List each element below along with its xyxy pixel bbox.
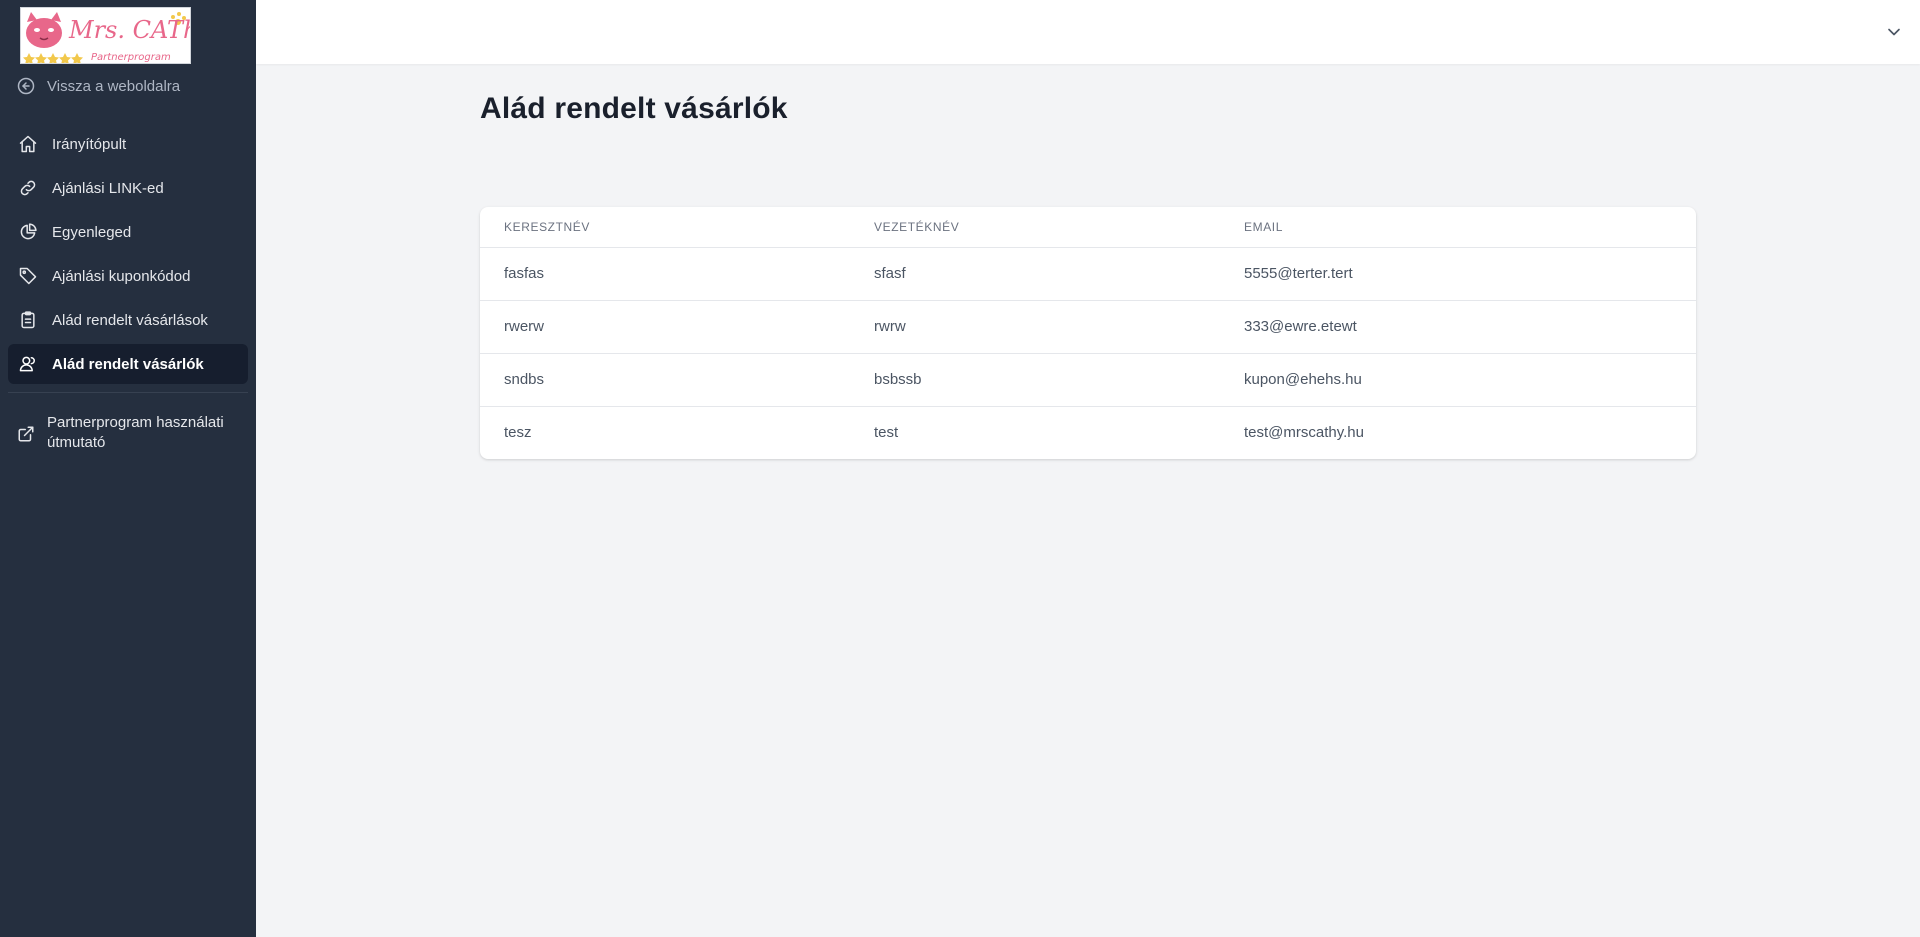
arrow-left-circle-icon bbox=[17, 77, 35, 95]
sidebar-item-label: Ajánlási LINK-ed bbox=[52, 179, 164, 197]
sidebar-item-customers[interactable]: Alád rendelt vásárlók bbox=[8, 344, 248, 384]
logo[interactable]: Mrs. CAThy Partnerprogram bbox=[20, 7, 191, 64]
top-bar bbox=[256, 0, 1920, 64]
tag-icon bbox=[19, 267, 37, 285]
sidebar-item-dashboard[interactable]: Irányítópult bbox=[8, 124, 248, 164]
partner-guide-link[interactable]: Partnerprogram használati útmutató bbox=[17, 413, 242, 453]
chevron-down-icon[interactable] bbox=[1884, 22, 1904, 42]
sidebar-item-purchases[interactable]: Alád rendelt vásárlások bbox=[8, 300, 248, 340]
cell-email: kupon@ehehs.hu bbox=[1220, 353, 1696, 407]
cat-logo-icon: Mrs. CAThy Partnerprogram bbox=[23, 12, 191, 63]
table-row: tesz test test@mrscathy.hu bbox=[480, 406, 1696, 459]
column-header-last-name: Vezetéknév bbox=[850, 207, 1220, 248]
sidebar-item-label: Alád rendelt vásárlók bbox=[52, 355, 204, 373]
link-icon bbox=[20, 180, 36, 196]
cell-email: 5555@terter.tert bbox=[1220, 247, 1696, 301]
sidebar-nav: Irányítópult Ajánlási LINK-ed Egyenleged… bbox=[8, 124, 248, 388]
sidebar-item-balance[interactable]: Egyenleged bbox=[8, 212, 248, 252]
cell-last-name: bsbssb bbox=[850, 353, 1220, 407]
cell-email: 333@ewre.etewt bbox=[1220, 300, 1696, 354]
sidebar-item-label: Alád rendelt vásárlások bbox=[52, 311, 208, 329]
cell-first-name: rwerw bbox=[480, 300, 850, 354]
customers-table: Keresztnév Vezetéknév Email fasfas sfasf… bbox=[480, 207, 1696, 459]
page-title: Alád rendelt vásárlók bbox=[480, 92, 788, 125]
table-row: rwerw rwrw 333@ewre.etewt bbox=[480, 300, 1696, 354]
cell-first-name: fasfas bbox=[480, 247, 850, 301]
sidebar-item-label: Egyenleged bbox=[52, 223, 132, 241]
sidebar-item-coupon-code[interactable]: Ajánlási kuponkódod bbox=[8, 256, 248, 296]
back-to-website-link[interactable]: Vissza a weboldalra bbox=[17, 76, 180, 96]
cell-first-name: sndbs bbox=[480, 353, 850, 407]
table-row: fasfas sfasf 5555@terter.tert bbox=[480, 247, 1696, 301]
logo-subtitle-text: Partnerprogram bbox=[91, 52, 171, 63]
sidebar-divider bbox=[8, 392, 248, 393]
sidebar-item-label: Irányítópult bbox=[52, 135, 127, 153]
customers-table-card: Keresztnév Vezetéknév Email fasfas sfasf… bbox=[480, 207, 1696, 459]
logo-brand-text: Mrs. CAThy bbox=[68, 16, 191, 44]
cell-first-name: tesz bbox=[504, 424, 532, 442]
home-icon bbox=[19, 135, 37, 153]
sidebar-item-label: Ajánlási kuponkódod bbox=[52, 267, 191, 285]
users-icon bbox=[19, 356, 35, 372]
cell-last-name: sfasf bbox=[850, 247, 1220, 301]
back-to-website-label: Vissza a weboldalra bbox=[47, 77, 181, 95]
sidebar-item-referral-link[interactable]: Ajánlási LINK-ed bbox=[8, 168, 248, 208]
external-link-icon bbox=[18, 426, 34, 442]
pie-chart-icon bbox=[20, 223, 37, 240]
column-header-first-name: Keresztnév bbox=[480, 207, 850, 248]
sidebar: Mrs. CAThy Partnerprogram Vissza a webol… bbox=[0, 0, 256, 937]
clipboard-icon bbox=[21, 311, 35, 329]
cell-email: test@mrscathy.hu bbox=[1244, 424, 1364, 442]
column-header-email: Email bbox=[1220, 207, 1696, 248]
partner-guide-label: Partnerprogram használati útmutató bbox=[47, 414, 224, 451]
table-row: sndbs bsbssb kupon@ehehs.hu bbox=[480, 353, 1696, 407]
cell-last-name: rwrw bbox=[850, 300, 1220, 354]
table-header-row: Keresztnév Vezetéknév Email bbox=[480, 207, 1696, 248]
cell-last-name: test bbox=[874, 424, 899, 442]
